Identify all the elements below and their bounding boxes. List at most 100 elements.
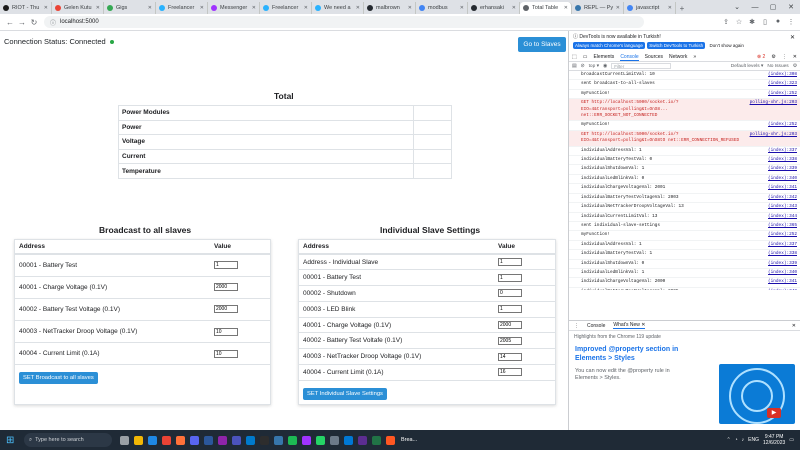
console-source-link[interactable]: (index):342: [768, 194, 797, 202]
browser-tab[interactable]: REPL — Py ✕: [572, 2, 624, 14]
browser-tab[interactable]: Total Table ✕: [520, 2, 572, 14]
infobar-close-icon[interactable]: ✕: [790, 34, 795, 41]
console-source-link[interactable]: (index):365: [768, 222, 797, 230]
tab-search-icon[interactable]: ⌄: [728, 0, 746, 14]
error-count-badge[interactable]: ⊗ 2: [757, 54, 765, 60]
device-toolbar-icon[interactable]: ▭: [583, 54, 588, 60]
console-source-link[interactable]: (index):341: [768, 184, 797, 192]
new-tab-button[interactable]: +: [676, 2, 688, 14]
console-source-link[interactable]: (index):344: [768, 213, 797, 221]
taskbar-active-app[interactable]: Brea...: [401, 437, 417, 443]
individual-value-input[interactable]: [498, 289, 522, 298]
console-source-link[interactable]: (index):340: [768, 269, 797, 277]
issues-label[interactable]: No Issues: [767, 64, 788, 69]
mail-icon[interactable]: [344, 435, 353, 445]
broadcast-value-input[interactable]: [214, 305, 238, 314]
eye-icon[interactable]: ◉: [603, 64, 607, 69]
dont-show-again-button[interactable]: Don't show again: [707, 42, 745, 49]
console-source-link[interactable]: (index):339: [768, 260, 797, 268]
console-source-link[interactable]: (index):323: [768, 80, 797, 88]
browser-tab[interactable]: javascript ✕: [624, 2, 676, 14]
browser-tab[interactable]: erhansaki ✕: [468, 2, 520, 14]
close-drawer-icon[interactable]: ✕: [792, 323, 796, 329]
browser-tab[interactable]: Messenger ✕: [208, 2, 260, 14]
drawer-tab-whats-new[interactable]: What's New ✕: [613, 322, 646, 329]
console-source-link[interactable]: (index):338: [768, 156, 797, 164]
browser-tab[interactable]: Freelancer ✕: [156, 2, 208, 14]
tab-more[interactable]: »: [693, 54, 696, 60]
console-source-link[interactable]: (index):342: [768, 288, 797, 290]
chrome-icon[interactable]: [162, 435, 171, 445]
browser-tab[interactable]: modbus ✕: [416, 2, 468, 14]
vscode-icon[interactable]: [246, 435, 255, 445]
individual-value-input[interactable]: [498, 368, 522, 377]
volume-icon[interactable]: ♪: [742, 437, 745, 443]
discord-icon[interactable]: [190, 435, 199, 445]
photos-icon[interactable]: [386, 435, 395, 445]
context-select[interactable]: top ▾: [589, 64, 599, 69]
console-source-link[interactable]: polling-xhr.js:203: [750, 132, 797, 145]
site-info-icon[interactable]: ⓘ: [50, 18, 56, 27]
tab-close-icon[interactable]: ✕: [198, 5, 204, 11]
broadcast-value-input[interactable]: [214, 283, 238, 292]
tab-close-icon[interactable]: ✕: [614, 5, 620, 11]
store-icon[interactable]: [358, 435, 367, 445]
taskbar-clock[interactable]: 9:47 PM 12/6/2023: [763, 434, 785, 447]
log-levels-select[interactable]: Default levels ▾: [731, 64, 764, 69]
inspect-icon[interactable]: ⬚: [572, 54, 577, 60]
taskbar-search[interactable]: ⌕ Type here to search: [24, 433, 112, 447]
notifications-icon[interactable]: ▭: [789, 437, 794, 443]
back-icon[interactable]: ←: [4, 18, 16, 27]
sidebar-toggle-icon[interactable]: ▤: [572, 64, 577, 69]
tab-network[interactable]: Network: [669, 54, 687, 60]
browser-tab[interactable]: We need a ✕: [312, 2, 364, 14]
switch-to-turkish-button[interactable]: Switch DevTools to Turkish: [647, 42, 706, 49]
console-source-link[interactable]: (index):338: [768, 250, 797, 258]
share-icon[interactable]: ⇪: [721, 18, 731, 26]
kite-icon[interactable]: [218, 435, 227, 445]
console-source-link[interactable]: (index):252: [768, 231, 797, 239]
tab-close-icon[interactable]: ✕: [302, 5, 308, 11]
sidebar-icon[interactable]: ▯: [760, 18, 770, 26]
set-individual-button[interactable]: SET Individual Slave Settings: [303, 387, 387, 400]
messenger-icon[interactable]: [302, 435, 311, 445]
drawer-menu-icon[interactable]: ⋮: [574, 323, 579, 329]
console-source-link[interactable]: (index):252: [768, 90, 797, 98]
set-broadcast-button[interactable]: SET Broadcast to all slaves: [19, 372, 98, 385]
broadcast-value-input[interactable]: [214, 349, 238, 358]
browser-tab[interactable]: Gigs ✕: [104, 2, 156, 14]
console-source-link[interactable]: (index):252: [768, 121, 797, 129]
console-source-link[interactable]: (index):339: [768, 165, 797, 173]
console-source-link[interactable]: (index):337: [768, 147, 797, 155]
extensions-icon[interactable]: ✱: [747, 18, 757, 26]
teams-icon[interactable]: [232, 435, 241, 445]
console-source-link[interactable]: polling-xhr.js:203: [750, 100, 797, 119]
edge-icon[interactable]: [148, 435, 157, 445]
drawer-tab-console[interactable]: Console: [587, 323, 605, 329]
tab-sources[interactable]: Sources: [645, 54, 663, 60]
console-settings-icon[interactable]: ⚙: [793, 64, 797, 69]
tab-close-icon[interactable]: ✕: [406, 5, 412, 11]
always-match-language-button[interactable]: Always match Chrome's language: [573, 42, 645, 49]
excel-icon[interactable]: [372, 435, 381, 445]
tab-close-icon[interactable]: ✕: [146, 5, 152, 11]
menu-icon[interactable]: ⋮: [786, 18, 796, 26]
reload-icon[interactable]: ↻: [28, 18, 40, 27]
individual-value-input[interactable]: [498, 273, 522, 282]
console-filter-input[interactable]: Filter: [611, 63, 672, 69]
console-source-link[interactable]: (index):340: [768, 175, 797, 183]
tray-chevron-icon[interactable]: ⌃: [726, 437, 730, 443]
python-icon[interactable]: [274, 435, 283, 445]
tab-close-icon[interactable]: ✕: [510, 5, 516, 11]
tab-elements[interactable]: Elements: [593, 54, 614, 60]
settings-gear-icon[interactable]: ⚙: [771, 54, 775, 60]
whatsapp-icon[interactable]: [316, 435, 325, 445]
broadcast-value-input[interactable]: [214, 261, 238, 270]
tab-close-icon[interactable]: ✕: [458, 5, 464, 11]
maximize-icon[interactable]: ▢: [764, 0, 782, 14]
terminal-icon[interactable]: [260, 435, 269, 445]
tab-close-icon[interactable]: ✕: [562, 5, 568, 11]
console-source-link[interactable]: (index):337: [768, 241, 797, 249]
whats-new-video-thumbnail[interactable]: ▶: [719, 364, 795, 424]
bookmark-star-icon[interactable]: ☆: [734, 18, 744, 26]
